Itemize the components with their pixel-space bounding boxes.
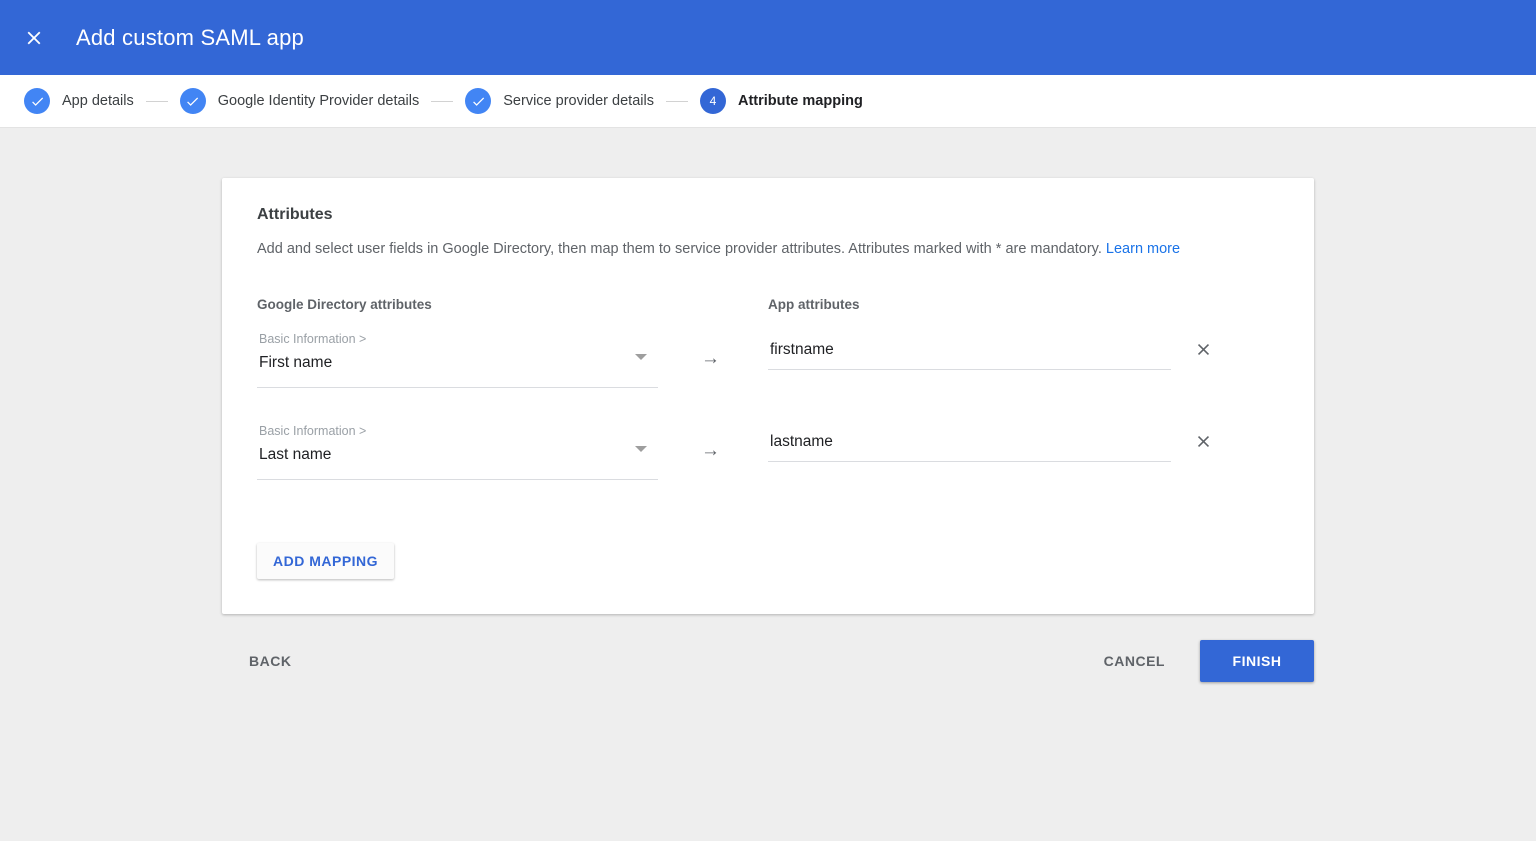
step-check-icon [180, 88, 206, 114]
dialog-title: Add custom SAML app [76, 25, 304, 51]
card-description: Add and select user fields in Google Dir… [257, 241, 1180, 257]
maps-to-arrow-icon: → [701, 441, 720, 460]
step-attribute-mapping[interactable]: 4 Attribute mapping [700, 88, 863, 114]
step-label-service-provider-details: Service provider details [503, 93, 654, 109]
top-app-bar: Add custom SAML app [0, 0, 1536, 75]
chevron-down-icon [635, 354, 647, 360]
step-check-icon [24, 88, 50, 114]
attributes-card: Attributes Add and select user fields in… [222, 178, 1314, 614]
card-title: Attributes [257, 206, 333, 224]
step-number-badge: 4 [700, 88, 726, 114]
directory-attribute-group: Basic Information > [259, 332, 366, 346]
directory-attribute-select[interactable]: Basic Information > First name [257, 330, 658, 388]
cancel-button[interactable]: CANCEL [1090, 640, 1179, 682]
mapping-row: Basic Information > Last name → [257, 422, 1277, 492]
step-separator [146, 101, 168, 102]
directory-attribute-value: First name [259, 354, 332, 372]
app-attribute-input[interactable] [768, 336, 1171, 370]
maps-to-arrow-icon: → [701, 349, 720, 368]
close-icon [1194, 340, 1213, 364]
column-header-app-attributes: App attributes [768, 297, 860, 312]
directory-attribute-select[interactable]: Basic Information > Last name [257, 422, 658, 480]
directory-attribute-group: Basic Information > [259, 424, 366, 438]
finish-button[interactable]: FINISH [1200, 640, 1314, 682]
wizard-footer: BACK CANCEL FINISH [222, 640, 1314, 684]
close-icon [23, 27, 45, 49]
step-separator [431, 101, 453, 102]
close-icon [1194, 432, 1213, 456]
step-label-app-details: App details [62, 93, 134, 109]
step-separator [666, 101, 688, 102]
remove-mapping-button[interactable] [1189, 430, 1217, 458]
step-number: 4 [710, 95, 717, 107]
chevron-down-icon [635, 446, 647, 452]
step-google-identity-provider-details[interactable]: Google Identity Provider details [180, 88, 420, 114]
remove-mapping-button[interactable] [1189, 338, 1217, 366]
app-attribute-input[interactable] [768, 428, 1171, 462]
step-label-google-identity-provider-details: Google Identity Provider details [218, 93, 420, 109]
card-description-text: Add and select user fields in Google Dir… [257, 241, 1102, 257]
step-app-details[interactable]: App details [24, 88, 134, 114]
wizard-stepper: App details Google Identity Provider det… [0, 75, 1536, 128]
step-service-provider-details[interactable]: Service provider details [465, 88, 654, 114]
directory-attribute-value: Last name [259, 446, 331, 464]
close-dialog-button[interactable] [10, 14, 58, 62]
column-header-directory-attributes: Google Directory attributes [257, 297, 432, 312]
back-button[interactable]: BACK [235, 640, 305, 682]
mapping-row: Basic Information > First name → [257, 330, 1277, 400]
add-mapping-button[interactable]: ADD MAPPING [257, 543, 394, 579]
learn-more-link[interactable]: Learn more [1106, 241, 1180, 257]
step-label-attribute-mapping: Attribute mapping [738, 93, 863, 109]
step-check-icon [465, 88, 491, 114]
